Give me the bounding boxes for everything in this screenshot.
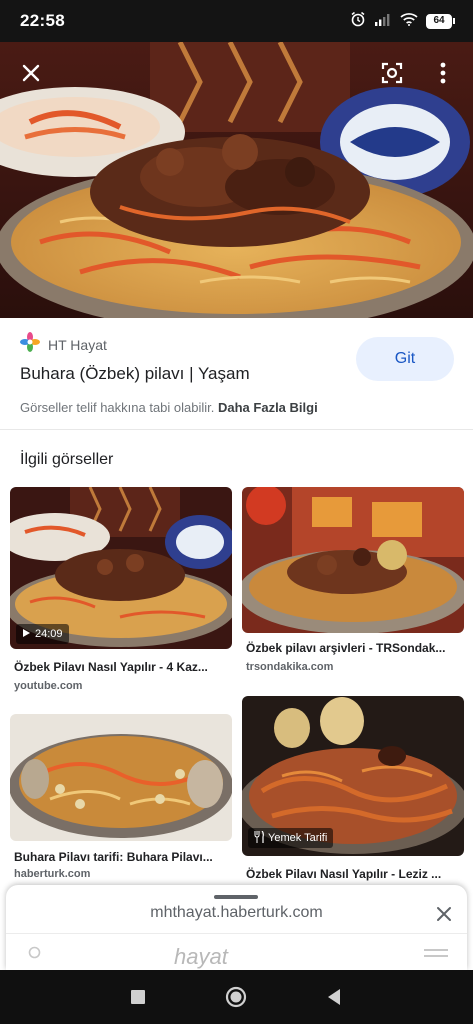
copyright-notice: Görseller telif hakkına tabi olabilir. D… [20,400,318,415]
search-icon [28,946,44,967]
source[interactable]: HT Hayat [20,332,107,357]
related-title[interactable]: Özbek pilavı arşivleri - TRSondak... [246,641,461,655]
recents-icon[interactable] [126,985,150,1009]
more-vert-icon[interactable] [426,56,460,90]
play-icon [22,628,31,641]
link-preview-sheet[interactable]: mhthayat.haberturk.com hayat [6,885,467,970]
alarm-icon [350,11,366,32]
related-title[interactable]: Özbek Pilavı Nasıl Yapılır - 4 Kaz... [14,660,229,674]
site-logo-icon [20,332,40,357]
copyright-text: Görseller telif hakkına tabi olabilir. [20,400,215,415]
related-domain: haberturk.com [14,868,91,880]
duration-text: 24:09 [35,628,63,640]
more-info-link[interactable]: Daha Fazla Bilgi [218,400,318,415]
lens-icon[interactable] [375,56,409,90]
duration-badge: 24:09 [16,624,69,644]
close-icon[interactable] [14,56,48,90]
related-title[interactable]: Buhara Pilavı tarifi: Buhara Pilavı... [14,850,229,864]
sheet-url: mhthayat.haberturk.com [150,904,323,921]
drag-handle[interactable] [214,895,258,899]
hero-image[interactable] [0,42,473,318]
battery-icon: 64 [426,13,455,29]
status-time: 22:58 [20,11,65,30]
home-icon[interactable] [224,985,248,1009]
utensils-icon [254,830,264,846]
status-bar: 22:58 64 [0,0,473,42]
related-domain: trsondakika.com [246,661,334,673]
related-title[interactable]: Özbek Pilavı Nasıl Yapılır - Leziz ... [246,867,461,881]
go-button[interactable]: Git [356,337,454,381]
related-thumbnail[interactable] [10,714,232,841]
related-domain: youtube.com [14,680,83,692]
source-name: HT Hayat [48,336,107,353]
preview-logo: hayat [174,944,228,969]
result-info: HT Hayat Buhara (Özbek) pilavı | Yaşam G… [0,318,473,430]
related-thumbnail[interactable] [242,487,464,633]
signal-icon [374,12,392,31]
result-title[interactable]: Buhara (Özbek) pilavı | Yaşam [20,364,250,384]
related-heading: İlgili görseller [20,451,114,468]
back-icon[interactable] [322,985,346,1009]
menu-icon [424,948,448,967]
wifi-icon [400,12,418,31]
battery-level: 64 [426,13,452,29]
category-text: Yemek Tarifi [268,832,328,844]
page-preview: hayat [6,933,467,970]
close-icon[interactable] [432,902,456,926]
navigation-bar [0,970,473,1024]
status-icons: 64 [350,11,455,32]
category-badge: Yemek Tarifi [248,828,334,848]
